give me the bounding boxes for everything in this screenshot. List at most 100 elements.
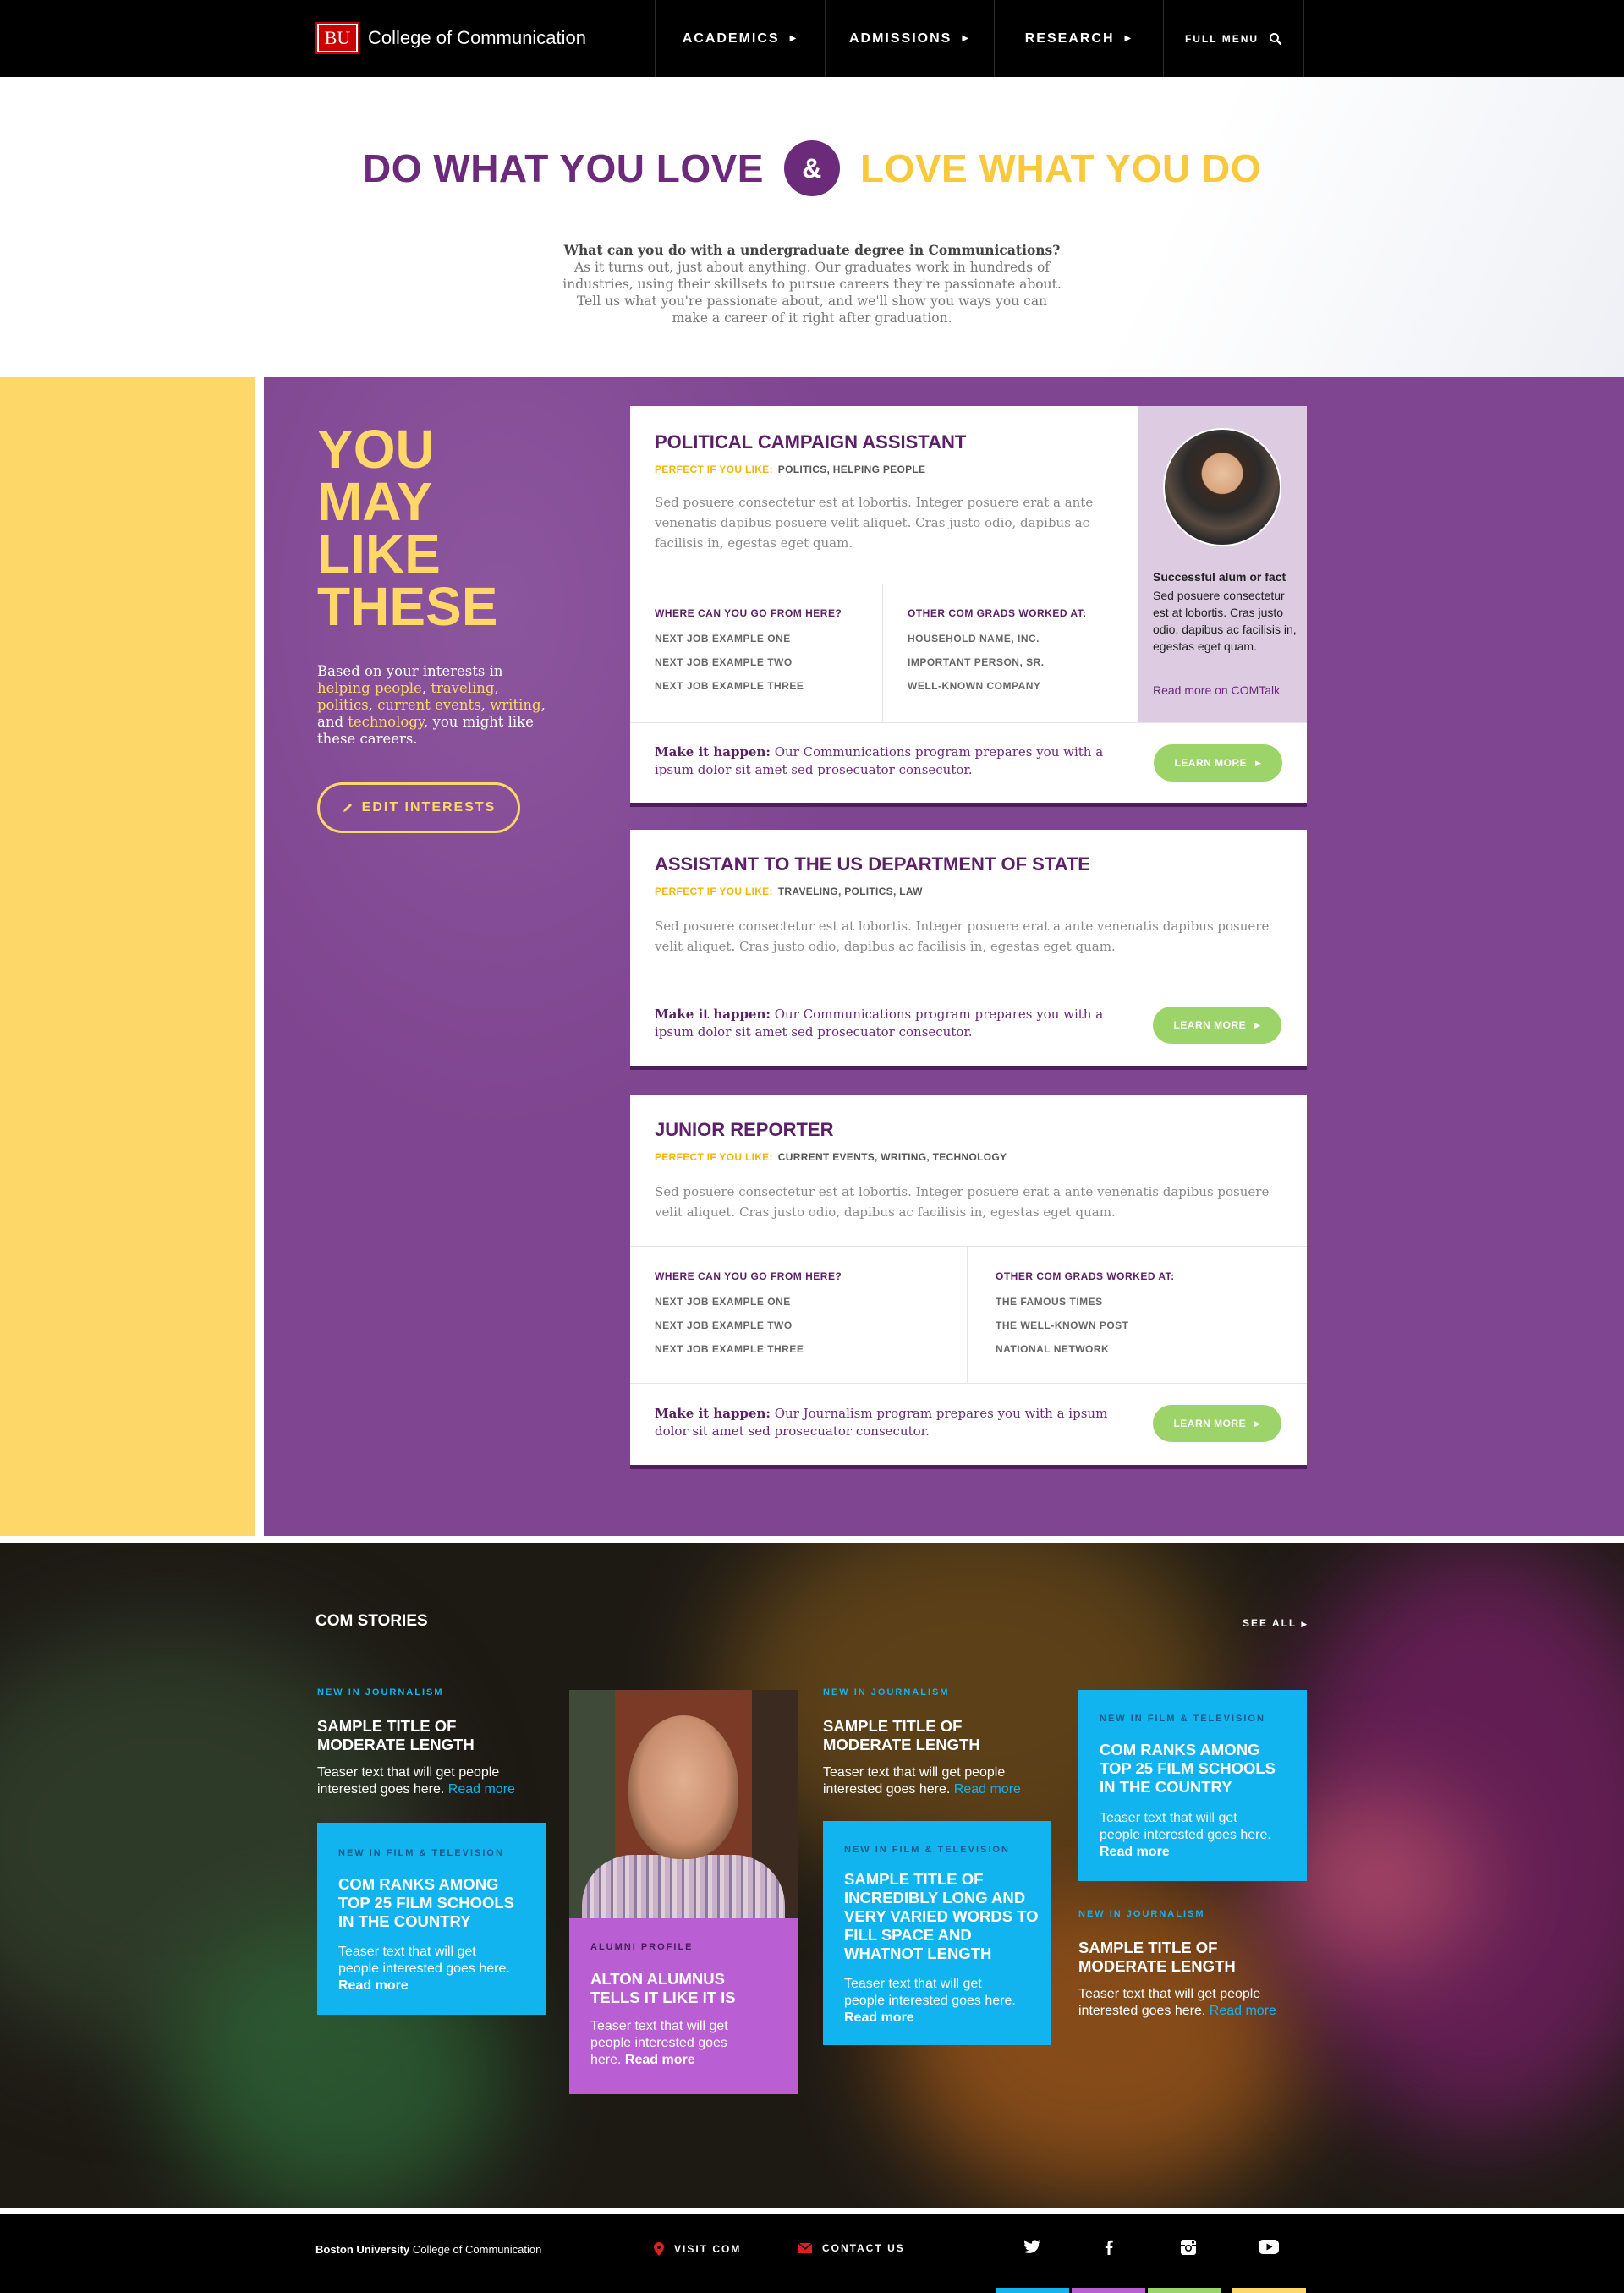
story-teaser: Teaser text that will get people interes…	[338, 1944, 516, 1994]
interest-tag[interactable]: helping people	[317, 680, 422, 696]
read-more-link[interactable]: Read more	[338, 1978, 409, 1993]
interest-tag[interactable]: traveling	[431, 680, 494, 696]
career-title[interactable]: JUNIOR REPORTER	[655, 1119, 833, 1141]
interest-tag[interactable]: technology	[348, 714, 424, 730]
caret-right-icon: ▶	[1124, 34, 1133, 43]
headline-left: DO WHAT YOU LOVE	[363, 146, 764, 190]
story-category: NEW IN JOURNALISM	[823, 1687, 950, 1698]
read-more-link[interactable]: Read more	[1210, 2004, 1276, 2018]
comtalk-link[interactable]: Read more on COMTalk	[1153, 683, 1280, 697]
nav-admissions[interactable]: ADMISSIONS ▶	[825, 0, 994, 77]
grad-employer-item: HOUSEHOLD NAME, INC.	[908, 633, 1040, 645]
story-teaser: Teaser text that will get people interes…	[844, 1976, 1022, 2027]
story-card[interactable]: ALUMNI PROFILE ALTON ALUMNUS TELLS IT LI…	[569, 1918, 798, 2094]
read-more-link[interactable]: Read more	[448, 1782, 515, 1797]
career-title[interactable]: ASSISTANT TO THE US DEPARTMENT OF STATE	[655, 853, 1090, 875]
hero-intro-question: What can you do with a undergraduate deg…	[563, 242, 1061, 258]
caret-right-icon: ▶	[1301, 1620, 1309, 1628]
hero-headline: DO WHAT YOU LOVE & LOVE WHAT YOU DO	[0, 140, 1624, 196]
stories-title: COM STORIES	[315, 1612, 428, 1630]
heading-line: YOU	[317, 419, 435, 480]
visit-com-link[interactable]: VISIT COM	[654, 2242, 741, 2256]
perfect-if: PERFECT IF YOU LIKE: TRAVELING, POLITICS,…	[655, 886, 923, 897]
make-it-happen: Make it happen: Our Communications progr…	[655, 1006, 1137, 1041]
caret-right-icon: ▶	[1255, 758, 1262, 767]
pencil-icon	[343, 804, 352, 812]
heading-line: THESE	[317, 576, 498, 637]
grad-employer-item: IMPORTANT PERSON, SR.	[908, 656, 1045, 668]
footer-brand[interactable]: Boston University College of Communicati…	[315, 2243, 541, 2256]
youtube-icon[interactable]	[1259, 2240, 1279, 2258]
next-job-item: NEXT JOB EXAMPLE ONE	[655, 633, 791, 645]
footer-brand-rest: College of Communication	[409, 2243, 542, 2256]
instagram-icon[interactable]	[1181, 2240, 1196, 2259]
divider	[882, 584, 883, 722]
career-description: Sed posuere consectetur est at lobortis.…	[655, 495, 1094, 551]
story-card[interactable]: NEW IN FILM & TELEVISION COM RANKS AMONG…	[1078, 1690, 1307, 1881]
footer-brand-bold: Boston University	[315, 2243, 410, 2256]
learn-more-label: LEARN MORE	[1173, 1019, 1247, 1031]
next-job-item: NEXT JOB EXAMPLE THREE	[655, 1343, 804, 1355]
site-logo[interactable]: BU College of Communication	[317, 24, 586, 52]
grad-employer-item: THE FAMOUS TIMES	[996, 1296, 1103, 1308]
learn-more-button[interactable]: LEARN MORE ▶	[1154, 744, 1282, 782]
read-more-link[interactable]: Read more	[625, 2053, 695, 2067]
read-more-link[interactable]: Read more	[844, 2010, 914, 2025]
career-description: Sed posuere consectetur est at lobortis.…	[655, 919, 1270, 954]
twitter-icon[interactable]	[1023, 2240, 1040, 2257]
where-heading: WHERE CAN YOU GO FROM HERE?	[655, 1270, 842, 1282]
color-bar-green	[1148, 2288, 1221, 2293]
alum-fact-panel: Successful alum or fact Sed posuere cons…	[1138, 406, 1307, 722]
teaser-text: Teaser text that will get people interes…	[1100, 1811, 1271, 1842]
search-icon	[1270, 32, 1282, 45]
interest-tag[interactable]: current events	[377, 697, 481, 713]
story-teaser: Teaser text that will get people interes…	[823, 1764, 1051, 1798]
where-heading: WHERE CAN YOU GO FROM HERE?	[655, 607, 842, 619]
edit-interests-button[interactable]: EDIT INTERESTS	[317, 782, 520, 833]
read-more-link[interactable]: Read more	[1100, 1845, 1170, 1859]
interest-tag[interactable]: politics	[317, 697, 369, 713]
story-teaser: Teaser text that will get people interes…	[590, 2018, 760, 2069]
divider	[630, 722, 1307, 723]
hero-intro: What can you do with a undergraduate deg…	[558, 242, 1066, 326]
read-more-link[interactable]: Read more	[954, 1782, 1021, 1797]
interest-tag[interactable]: writing	[490, 697, 540, 713]
career-description: Sed posuere consectetur est at lobortis.…	[655, 1184, 1270, 1220]
see-all-link[interactable]: SEE ALL ▶	[1243, 1617, 1309, 1629]
story-card[interactable]: NEW IN FILM & TELEVISION SAMPLE TITLE OF…	[823, 1821, 1051, 2045]
alum-fact-title: Successful alum or fact	[1153, 570, 1287, 584]
facebook-icon[interactable]	[1105, 2240, 1113, 2259]
contact-us-link[interactable]: CONTACT US	[798, 2242, 905, 2254]
next-job-item: NEXT JOB EXAMPLE TWO	[655, 656, 793, 668]
grad-employer-item: WELL-KNOWN COMPANY	[908, 680, 1041, 692]
story-card[interactable]: NEW IN FILM & TELEVISION COM RANKS AMONG…	[317, 1823, 546, 2015]
learn-more-button[interactable]: LEARN MORE ▶	[1153, 1007, 1281, 1044]
nav-academics[interactable]: ACADEMICS ▶	[655, 0, 825, 77]
story-title[interactable]: SAMPLE TITLE OF MODERATE LENGTH	[317, 1717, 529, 1754]
heading-line: LIKE	[317, 524, 441, 584]
hero-intro-body: As it turns out, just about anything. Ou…	[562, 260, 1062, 326]
nav-full-menu[interactable]: FULL MENU	[1163, 0, 1303, 77]
grads-heading: OTHER COM GRADS WORKED AT:	[996, 1270, 1175, 1282]
career-title[interactable]: POLITICAL CAMPAIGN ASSISTANT	[655, 431, 966, 453]
color-bar-yellow	[1232, 2288, 1306, 2293]
nav-admissions-label: ADMISSIONS	[848, 30, 952, 46]
nav-academics-label: ACADEMICS	[682, 30, 780, 46]
career-card: JUNIOR REPORTER PERFECT IF YOU LIKE: CURR…	[630, 1095, 1307, 1469]
nav-research[interactable]: RESEARCH ▶	[994, 0, 1163, 77]
caret-right-icon: ▶	[1254, 1020, 1261, 1029]
alumni-photo[interactable]	[569, 1690, 798, 1918]
edit-interests-label: EDIT INTERESTS	[361, 800, 497, 815]
teaser-text: Teaser text that will get people interes…	[338, 1945, 510, 1976]
headline-right: LOVE WHAT YOU DO	[860, 146, 1261, 190]
grad-employer-item: NATIONAL NETWORK	[996, 1343, 1110, 1355]
learn-more-button[interactable]: LEARN MORE ▶	[1153, 1405, 1281, 1442]
story-title[interactable]: SAMPLE TITLE OF MODERATE LENGTH	[1078, 1939, 1290, 1976]
interests-description: Based on your interests in helping peopl…	[317, 663, 546, 747]
alum-fact-body: Sed posuere consectetur est at lobortis.…	[1153, 589, 1297, 653]
color-bar-blue	[996, 2288, 1069, 2293]
story-category: NEW IN FILM & TELEVISION	[844, 1845, 1010, 1855]
story-title[interactable]: SAMPLE TITLE OF MODERATE LENGTH	[823, 1717, 1034, 1754]
caret-right-icon: ▶	[962, 34, 971, 43]
perfect-label: PERFECT IF YOU LIKE:	[655, 464, 773, 475]
